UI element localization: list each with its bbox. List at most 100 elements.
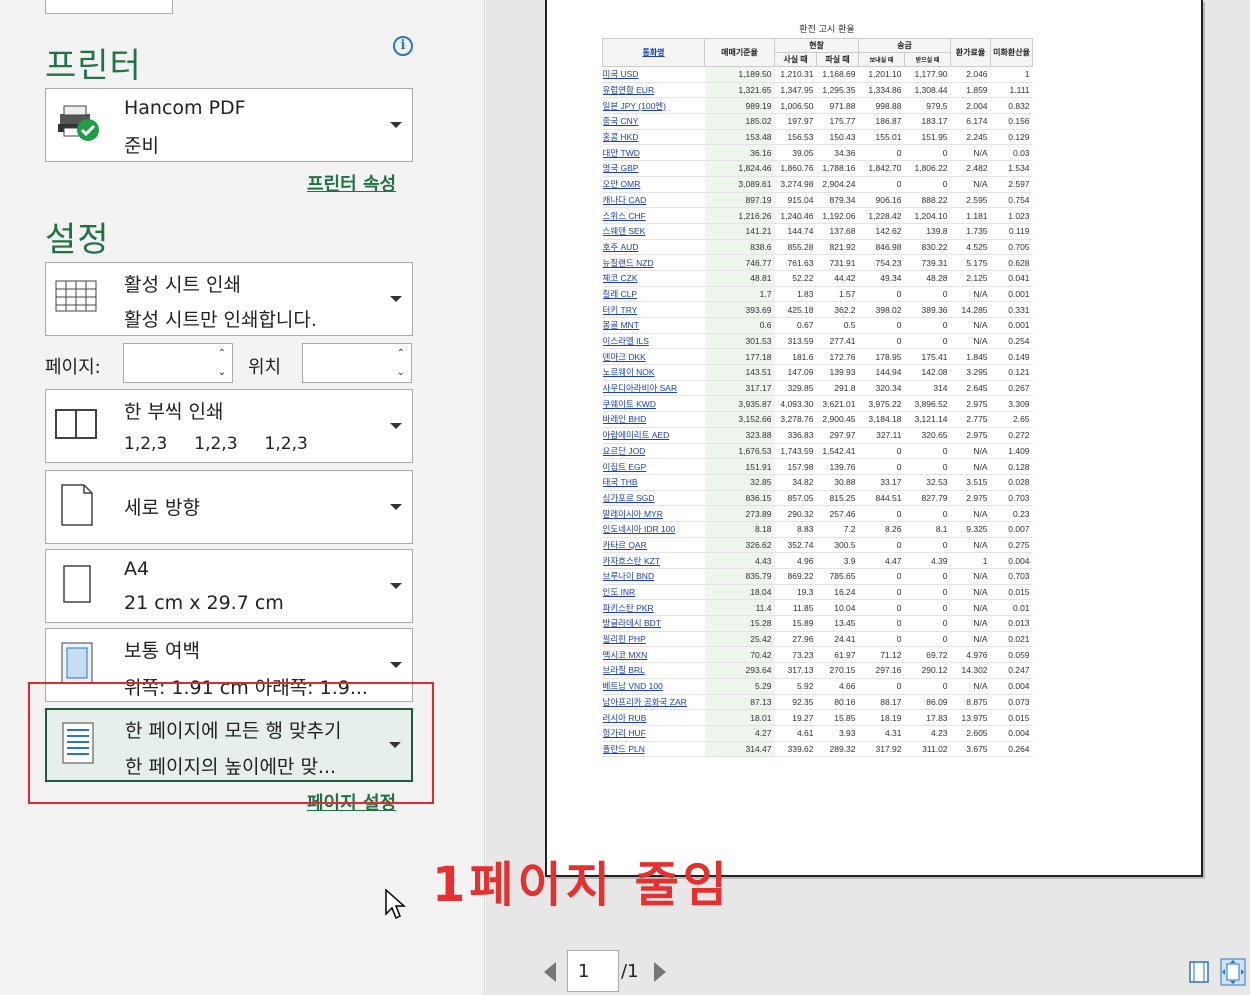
rate-cell: 144.94: [858, 364, 905, 381]
rate-cell: 0.5: [816, 317, 859, 334]
rate-cell: 17.83: [904, 709, 951, 726]
rate-cell: 0.059: [990, 646, 1033, 664]
currency-link[interactable]: 이스라엘 ILS: [602, 333, 705, 350]
table-row: 이스라엘 ILS 301.53 313.59 277.41 0 0 N/A 0.254: [602, 333, 1033, 350]
currency-link[interactable]: 노르웨이 NOK: [602, 364, 705, 381]
currency-link[interactable]: 쿠웨이트 KWD: [602, 395, 705, 413]
currency-link[interactable]: 홍콩 HKD: [602, 129, 705, 146]
pages-to-spinner[interactable]: ⌃ ⌄: [302, 343, 412, 383]
currency-link[interactable]: 칠레 CLP: [602, 286, 705, 303]
rate-cell: 425.18: [774, 301, 817, 318]
spin-up-icon[interactable]: ⌃: [397, 348, 405, 359]
rate-cell: 0.007: [990, 521, 1033, 538]
currency-link[interactable]: 미국 USD: [602, 66, 705, 83]
currency-link[interactable]: 중국 CNY: [602, 113, 705, 130]
currency-link[interactable]: 뉴질랜드 NZD: [602, 254, 705, 271]
rate-cell: 3,274.98: [774, 176, 817, 193]
rate-cell: 14.285: [950, 301, 991, 318]
currency-link[interactable]: 아랍에미리트 AED: [602, 427, 705, 444]
rate-cell: 73.23: [774, 646, 817, 664]
rate-cell: 0: [858, 537, 905, 554]
rate-cell: 3,621.01: [816, 395, 859, 413]
currency-link[interactable]: 요르단 JOD: [602, 443, 705, 460]
rate-cell: 339.62: [774, 741, 817, 758]
rate-cell: 3,896.52: [904, 395, 951, 413]
rate-cell: 0.004: [990, 552, 1033, 569]
rate-cell: 1,542.41: [816, 443, 859, 460]
rate-cell: 277.41: [816, 333, 859, 350]
currency-link[interactable]: 캐나다 CAD: [602, 192, 705, 209]
next-page-icon[interactable]: [654, 962, 666, 982]
currency-link[interactable]: 이집트 EGP: [602, 458, 705, 475]
rate-cell: 0.628: [990, 254, 1033, 271]
show-margins-icon[interactable]: [1188, 960, 1210, 984]
table-row: 대만 TWD 36.16 39.05 34.36 0 0 N/A 0.03: [602, 144, 1033, 162]
spin-down-icon[interactable]: ⌄: [397, 367, 405, 378]
rate-cell: 1,824.46: [704, 160, 775, 177]
currency-link[interactable]: 헝가리 HUF: [602, 725, 705, 742]
currency-link[interactable]: 체코 CZK: [602, 270, 705, 287]
collate-dropdown[interactable]: 한 부씩 인쇄 1,2,3 1,2,3 1,2,3: [45, 389, 413, 463]
spin-down-icon[interactable]: ⌄: [218, 367, 226, 378]
currency-link[interactable]: 대만 TWD: [602, 144, 705, 162]
currency-link[interactable]: 인도네시아 IDR 100: [602, 521, 705, 538]
rate-cell: 2.775: [950, 411, 991, 428]
currency-link[interactable]: 스위스 CHF: [602, 207, 705, 224]
currency-link[interactable]: 영국 GBP: [602, 160, 705, 177]
currency-link[interactable]: 브라질 BRL: [602, 662, 705, 679]
prev-page-icon[interactable]: [544, 962, 556, 982]
currency-link[interactable]: 터키 TRY: [602, 301, 705, 318]
printer-dropdown[interactable]: Hancom PDF 준비: [45, 88, 413, 162]
currency-link[interactable]: 방글라데시 BDT: [602, 615, 705, 632]
currency-link[interactable]: 싱가포르 SGD: [602, 490, 705, 507]
currency-link[interactable]: 인도 INR: [602, 584, 705, 601]
currency-link[interactable]: 브루나이 BND: [602, 568, 705, 585]
rate-cell: 61.97: [816, 646, 859, 664]
rate-cell: 142.62: [858, 223, 905, 240]
col-base-rate: 매매기준율: [704, 38, 775, 67]
currency-link[interactable]: 유럽연합 EUR: [602, 82, 705, 99]
zoom-to-page-icon[interactable]: [1220, 958, 1246, 986]
rate-cell: 175.41: [904, 348, 951, 366]
page-number-input[interactable]: 1: [567, 950, 619, 992]
pages-from-spinner[interactable]: ⌃ ⌄: [123, 343, 233, 383]
print-scope-dropdown[interactable]: 활성 시트 인쇄 활성 시트만 인쇄합니다.: [45, 262, 413, 336]
currency-link[interactable]: 러시아 RUB: [602, 709, 705, 726]
rate-cell: 761.63: [774, 254, 817, 271]
spin-up-icon[interactable]: ⌃: [218, 348, 226, 359]
currency-link[interactable]: 덴마크 DKK: [602, 348, 705, 366]
currency-link[interactable]: 필리핀 PHP: [602, 631, 705, 648]
currency-link[interactable]: 오만 OMR: [602, 176, 705, 193]
currency-link[interactable]: 멕시코 MXN: [602, 646, 705, 664]
currency-link[interactable]: 카타르 QAR: [602, 537, 705, 554]
rate-cell: 0.754: [990, 192, 1033, 209]
rate-cell: 0.119: [990, 223, 1033, 240]
rate-cell: 2.645: [950, 380, 991, 397]
currency-link[interactable]: 몽골 MNT: [602, 317, 705, 334]
rate-cell: 0: [904, 584, 951, 601]
currency-link[interactable]: 바레인 BHD: [602, 411, 705, 428]
currency-link[interactable]: 파키스탄 PKR: [602, 599, 705, 617]
printer-properties-link[interactable]: 프린터 속성: [307, 170, 396, 196]
orientation-dropdown[interactable]: 세로 방향: [45, 470, 413, 544]
currency-link[interactable]: 태국 THB: [602, 474, 705, 491]
currency-link[interactable]: 스웨덴 SEK: [602, 223, 705, 240]
currency-link[interactable]: 일본 JPY (100엔): [602, 97, 705, 115]
currency-link[interactable]: 사우디아라비아 SAR: [602, 380, 705, 397]
currency-link[interactable]: 말레이시아 MYR: [602, 505, 705, 522]
currency-link[interactable]: 남아프리카 공화국 ZAR: [602, 694, 705, 711]
rate-cell: N/A: [950, 584, 991, 601]
rate-cell: N/A: [950, 678, 991, 695]
table-row: 헝가리 HUF 4.27 4.61 3.93 4.31 4.23 2.605 0.004: [602, 725, 1033, 742]
paper-size-dropdown[interactable]: A4 21 cm x 29.7 cm: [45, 549, 413, 623]
currency-link[interactable]: 카자흐스탄 KZT: [602, 552, 705, 569]
currency-link[interactable]: 베트남 VND 100: [602, 678, 705, 695]
rate-cell: 4.61: [774, 725, 817, 742]
info-icon[interactable]: i: [393, 36, 413, 56]
currency-link[interactable]: 호주 AUD: [602, 239, 705, 256]
rate-cell: 27.96: [774, 631, 817, 648]
portrait-page-icon: [54, 483, 100, 531]
currency-link[interactable]: 폴란드 PLN: [602, 741, 705, 758]
print-button-stub[interactable]: [45, 0, 173, 14]
rate-cell: 291.8: [816, 380, 859, 397]
